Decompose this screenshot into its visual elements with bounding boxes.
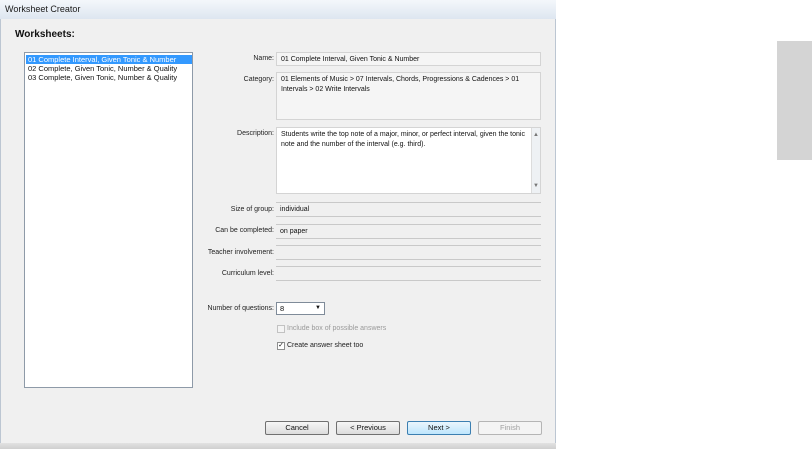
chevron-down-icon[interactable]: ▼ bbox=[315, 303, 321, 314]
window-title: Worksheet Creator bbox=[5, 4, 81, 14]
category-label: Category: bbox=[243, 76, 274, 83]
number-of-questions-value: 8 bbox=[280, 304, 285, 313]
include-box-checkbox[interactable] bbox=[277, 325, 285, 333]
can-be-completed-field: on paper bbox=[276, 224, 541, 239]
window-bottom-edge bbox=[0, 443, 556, 449]
name-field: 01 Complete Interval, Given Tonic & Numb… bbox=[276, 52, 541, 66]
background-side-panel bbox=[777, 41, 812, 160]
description-box[interactable]: Students write the top note of a major, … bbox=[276, 127, 541, 194]
name-label: Name: bbox=[253, 55, 274, 62]
description-label: Description: bbox=[237, 130, 274, 137]
title-bar[interactable]: Worksheet Creator bbox=[0, 0, 556, 20]
worksheets-heading: Worksheets: bbox=[15, 29, 75, 40]
answer-sheet-label: Create answer sheet too bbox=[287, 342, 364, 349]
cancel-button[interactable]: Cancel bbox=[265, 421, 329, 435]
previous-button[interactable]: < Previous bbox=[336, 421, 400, 435]
can-be-completed-label: Can be completed: bbox=[215, 227, 274, 234]
number-of-questions-select[interactable]: 8 ▼ bbox=[276, 302, 325, 315]
number-of-questions-label: Number of questions: bbox=[207, 305, 274, 312]
worksheet-list-item[interactable]: 03 Complete, Given Tonic, Number & Quali… bbox=[26, 73, 177, 82]
scroll-down-arrow-icon[interactable]: ▼ bbox=[533, 181, 539, 191]
worksheet-list-item[interactable]: 01 Complete Interval, Given Tonic & Numb… bbox=[26, 55, 192, 64]
size-of-group-label: Size of group: bbox=[230, 206, 274, 213]
include-box-label: Include box of possible answers bbox=[287, 325, 387, 332]
size-of-group-field: individual bbox=[276, 202, 541, 217]
worksheet-list[interactable]: 01 Complete Interval, Given Tonic & Numb… bbox=[24, 52, 193, 388]
category-field: 01 Elements of Music > 07 Intervals, Cho… bbox=[276, 72, 541, 120]
worksheet-list-item[interactable]: 02 Complete, Given Tonic, Number & Quali… bbox=[26, 64, 177, 73]
checkmark-icon: ✓ bbox=[278, 342, 284, 349]
teacher-involvement-field bbox=[276, 245, 541, 260]
worksheet-creator-window: Worksheet Creator Worksheets: 01 Complet… bbox=[0, 0, 556, 449]
answer-sheet-checkbox[interactable]: ✓ bbox=[277, 342, 285, 350]
next-button[interactable]: Next > bbox=[407, 421, 471, 435]
scroll-up-arrow-icon[interactable]: ▲ bbox=[533, 130, 539, 140]
teacher-involvement-label: Teacher involvement: bbox=[207, 249, 274, 256]
curriculum-level-field bbox=[276, 266, 541, 281]
description-text: Students write the top note of a major, … bbox=[281, 131, 525, 148]
curriculum-level-label: Curriculum level: bbox=[221, 270, 274, 277]
description-scrollbar[interactable]: ▲ ▼ bbox=[531, 128, 540, 193]
finish-button[interactable]: Finish bbox=[478, 421, 542, 435]
